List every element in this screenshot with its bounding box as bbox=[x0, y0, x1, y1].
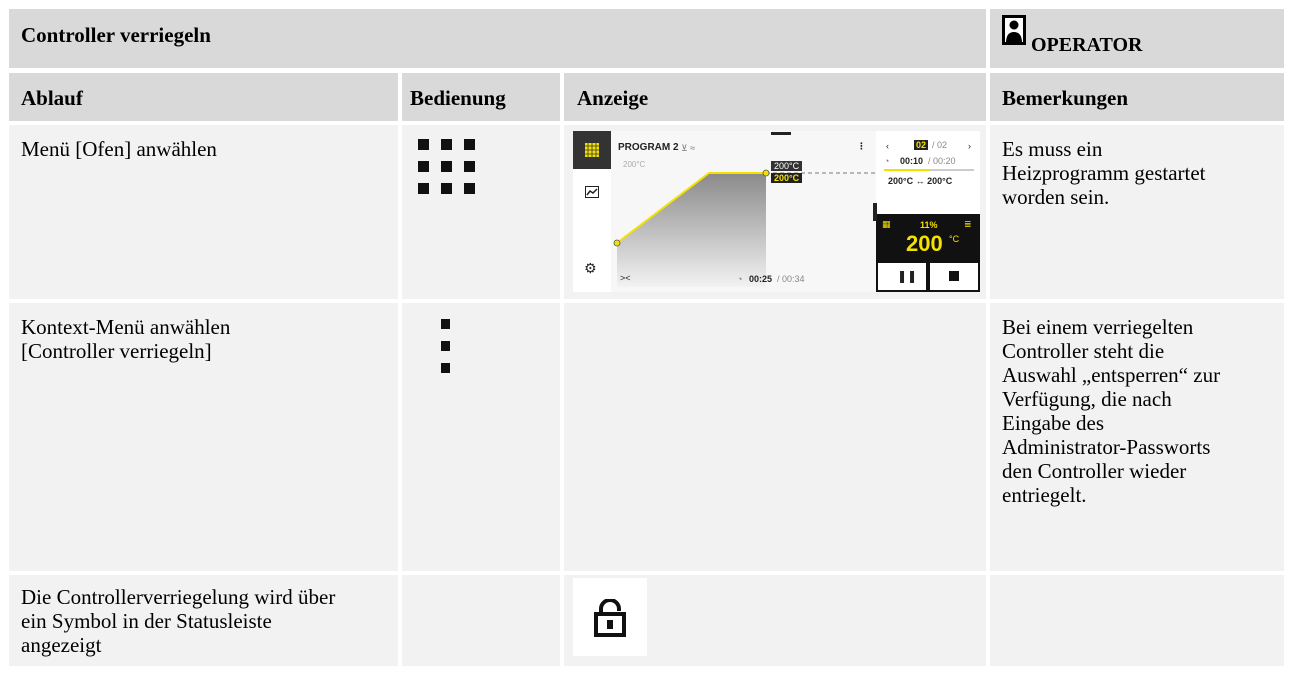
table-cell bbox=[990, 575, 1284, 666]
table-cell bbox=[402, 125, 560, 299]
stop-icon bbox=[949, 271, 959, 281]
column-header-bedienung: Bedienung bbox=[402, 73, 560, 121]
table-row: Kontext-Menü anwählen [Controller verrie… bbox=[9, 303, 398, 571]
role-label: OPERATOR bbox=[1031, 34, 1143, 56]
controller-screen-preview: ⚙ PROGRAM 2 ⊻ ≈ 200°C 200°C 200°C >< ◔ 0… bbox=[573, 131, 980, 292]
table-cell bbox=[564, 303, 986, 571]
timer-icon: ◔ bbox=[737, 274, 743, 284]
column-header-label: Bedienung bbox=[410, 86, 506, 110]
table-cell: ⚙ PROGRAM 2 ⊻ ≈ 200°C 200°C 200°C >< ◔ 0… bbox=[564, 125, 986, 299]
timer-icon: ◔ bbox=[884, 156, 890, 166]
column-header-label: Bemerkungen bbox=[1002, 86, 1128, 110]
chevron-right-icon[interactable]: › bbox=[968, 141, 971, 151]
pause-icon: ❚❚ bbox=[897, 269, 918, 283]
heating-icon: ≣ bbox=[964, 219, 972, 229]
kebab-menu-icon[interactable]: ⋮ bbox=[857, 141, 866, 151]
stop-button[interactable] bbox=[930, 263, 978, 290]
temp-range: 200°C ↔ 200°C bbox=[888, 176, 953, 186]
screen-chart-area: PROGRAM 2 ⊻ ≈ 200°C 200°C 200°C >< ◔ 00:… bbox=[611, 131, 876, 292]
step-text: Menü [Ofen] anwählen bbox=[21, 137, 217, 161]
grid-menu-icon bbox=[418, 139, 475, 194]
chart-icon[interactable] bbox=[585, 186, 599, 198]
column-header-bemerkungen: Bemerkungen bbox=[990, 73, 1284, 121]
table-cell bbox=[402, 303, 560, 571]
furnace-icon bbox=[585, 143, 599, 157]
segment-total: / 02 bbox=[932, 140, 948, 150]
table-cell bbox=[402, 575, 560, 666]
remark-text: Bei einem verriegelten Controller steht … bbox=[1002, 315, 1221, 507]
temp-tag-top: 200°C bbox=[771, 161, 803, 171]
table-row: Menü [Ofen] anwählen bbox=[9, 125, 398, 299]
collapse-icon[interactable]: >< bbox=[620, 273, 631, 283]
padlock-icon bbox=[594, 599, 626, 637]
temperature-value: 200 bbox=[906, 231, 943, 256]
temperature-unit: °C bbox=[949, 234, 960, 244]
column-header-label: Anzeige bbox=[577, 86, 649, 110]
padlock-icon-frame bbox=[573, 578, 647, 656]
chevron-left-icon[interactable]: ‹ bbox=[886, 141, 889, 151]
table-cell: Es muss ein Heizprogramm gestartet worde… bbox=[990, 125, 1284, 299]
segment-time-total: / 00:20 bbox=[928, 156, 956, 166]
table-header-title-cell: Controller verriegeln bbox=[9, 9, 986, 68]
column-header-label: Ablauf bbox=[21, 86, 83, 110]
segment-current: 02 bbox=[914, 140, 929, 150]
panel-handle[interactable] bbox=[873, 203, 877, 221]
heater-grid-icon: ▦ bbox=[882, 219, 891, 229]
step-text: Die Controllerverriegelung wird über ein… bbox=[21, 585, 336, 657]
total-time-max: / 00:34 bbox=[777, 274, 805, 284]
person-icon bbox=[1002, 15, 1026, 45]
total-time: 00:25 bbox=[749, 274, 773, 284]
power-level: 11% bbox=[920, 220, 938, 230]
controller-status-box: ▦ 11% ≣ 200 °C ❚❚ bbox=[876, 214, 980, 292]
table-cell bbox=[564, 575, 986, 666]
table-header-role-cell: OPERATOR bbox=[990, 9, 1284, 68]
sidebar-item-furnace[interactable] bbox=[573, 131, 611, 169]
segment-time: 00:10 bbox=[900, 156, 924, 166]
screen-sidebar: ⚙ bbox=[573, 131, 611, 292]
program-curve bbox=[613, 132, 876, 287]
gear-icon[interactable]: ⚙ bbox=[584, 261, 597, 275]
column-header-ablauf: Ablauf bbox=[9, 73, 398, 121]
pause-button[interactable]: ❚❚ bbox=[878, 263, 926, 290]
temp-tag-bottom: 200°C bbox=[771, 173, 803, 183]
page-title: Controller verriegeln bbox=[21, 23, 211, 47]
column-header-anzeige: Anzeige bbox=[564, 73, 986, 121]
segment-progress bbox=[884, 169, 974, 171]
table-row: Die Controllerverriegelung wird über ein… bbox=[9, 575, 398, 666]
step-text: Kontext-Menü anwählen [Controller verrie… bbox=[21, 315, 231, 363]
remark-text: Es muss ein Heizprogramm gestartet worde… bbox=[1002, 137, 1206, 209]
kebab-menu-icon bbox=[441, 319, 450, 373]
table-cell: Bei einem verriegelten Controller steht … bbox=[990, 303, 1284, 571]
